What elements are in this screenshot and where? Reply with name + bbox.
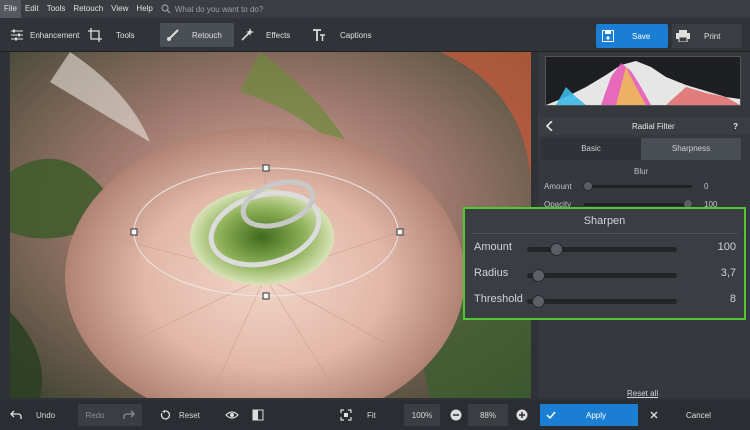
panel-tabs: Basic Sharpness — [541, 138, 741, 160]
plus-circle-icon — [516, 409, 528, 421]
undo-button[interactable]: Undo — [10, 404, 74, 426]
sharpen-panel-highlight: Sharpen Amount 100 Radius 3,7 Threshold … — [463, 207, 746, 320]
sharpen-radius-value: 3,7 — [720, 267, 736, 279]
tools-tab[interactable]: Tools — [88, 23, 152, 47]
menu-retouch[interactable]: Retouch — [69, 0, 107, 18]
preview-toggle-button[interactable] — [225, 404, 241, 426]
print-label: Print — [704, 31, 721, 41]
search-placeholder: What do you want to do? — [174, 4, 264, 14]
blur-opacity-track[interactable] — [584, 203, 692, 206]
compare-button[interactable] — [252, 404, 268, 426]
sliders-icon — [10, 28, 24, 42]
eye-icon — [225, 410, 239, 420]
sharpen-threshold-track[interactable] — [527, 299, 677, 304]
search-icon — [161, 4, 171, 14]
text-icon — [312, 28, 326, 42]
fit-label: Fit — [367, 410, 376, 420]
effects-tab[interactable]: Effects — [240, 23, 306, 47]
effects-label: Effects — [266, 30, 291, 40]
blur-amount-knob[interactable] — [583, 181, 593, 191]
fit-icon — [340, 409, 352, 421]
help-button[interactable]: ? — [733, 122, 738, 131]
zoom-in-button[interactable] — [516, 404, 530, 426]
enhancement-tab[interactable]: Enhancement — [10, 23, 80, 47]
menu-help[interactable]: Help — [132, 0, 156, 18]
cancel-label: Cancel — [686, 410, 711, 420]
apply-label: Apply — [586, 410, 607, 420]
redo-button[interactable]: Redo — [78, 404, 142, 426]
zoom-100-button[interactable]: 100% — [404, 404, 440, 426]
zoom-level-field[interactable]: 88% — [468, 404, 508, 426]
printer-icon — [676, 30, 690, 42]
blur-section-label: Blur — [634, 167, 649, 176]
sharpen-threshold-knob[interactable] — [532, 295, 545, 308]
minus-circle-icon — [450, 409, 462, 421]
back-arrow-icon[interactable] — [546, 121, 554, 131]
sharpen-threshold-label: Threshold — [474, 293, 523, 305]
search-box[interactable]: What do you want to do? — [161, 4, 264, 14]
zoom-out-button[interactable] — [450, 404, 464, 426]
tab-basic[interactable]: Basic — [541, 138, 641, 160]
captions-label: Captions — [340, 30, 372, 40]
menu-view[interactable]: View — [107, 0, 132, 18]
apply-button[interactable]: Apply — [540, 404, 638, 426]
menu-edit[interactable]: Edit — [21, 0, 43, 18]
sharpen-radius-track[interactable] — [527, 273, 677, 278]
fit-button[interactable]: Fit — [340, 404, 380, 426]
print-button[interactable]: Print — [672, 24, 742, 48]
filter-handle-left[interactable] — [130, 228, 138, 236]
save-label: Save — [632, 31, 651, 41]
zoom-level-value: 88% — [479, 410, 496, 420]
photo-canvas[interactable] — [10, 52, 531, 398]
redo-label: Redo — [85, 410, 105, 420]
menu-bar: File Edit Tools Retouch View Help What d… — [0, 0, 750, 18]
histogram — [545, 56, 741, 106]
tools-label: Tools — [116, 30, 135, 40]
brush-icon — [166, 28, 180, 42]
undo-icon — [10, 410, 22, 420]
filter-handle-right[interactable] — [396, 228, 404, 236]
reset-label: Reset — [179, 410, 200, 420]
captions-tab[interactable]: Captions — [312, 23, 380, 47]
sharpen-amount-value: 100 — [717, 241, 736, 253]
menu-tools[interactable]: Tools — [43, 0, 70, 18]
sharpen-radius-knob[interactable] — [532, 269, 545, 282]
tab-sharpness[interactable]: Sharpness — [641, 138, 741, 160]
retouch-label: Retouch — [192, 30, 222, 40]
reset-icon — [160, 410, 170, 420]
sharpen-radius-label: Radius — [474, 267, 509, 279]
blur-amount-value: 0 — [704, 182, 709, 191]
redo-icon — [122, 410, 135, 420]
reset-all-link[interactable]: Reset all — [627, 389, 658, 398]
cancel-button[interactable]: Cancel — [642, 404, 746, 426]
filter-handle-bottom[interactable] — [262, 292, 270, 300]
zoom-100-label: 100% — [411, 410, 433, 420]
sharpen-threshold-value: 8 — [729, 293, 736, 305]
compare-icon — [252, 409, 264, 421]
sharpen-amount-label: Amount — [474, 241, 512, 253]
blur-amount-label: Amount — [544, 182, 572, 191]
close-icon — [650, 411, 658, 419]
photo-image — [10, 52, 531, 398]
crop-icon — [88, 28, 102, 42]
panel-header: Radial Filter ? — [538, 117, 750, 135]
magic-wand-icon — [240, 28, 254, 42]
panel-title: Radial Filter — [632, 121, 675, 131]
retouch-tab[interactable]: Retouch — [160, 23, 234, 47]
menu-file[interactable]: File — [0, 0, 21, 18]
undo-label: Undo — [36, 410, 56, 420]
sharpen-section-label: Sharpen — [583, 215, 626, 227]
enhancement-label: Enhancement — [30, 30, 80, 40]
check-icon — [546, 411, 556, 419]
save-icon — [602, 30, 614, 42]
sharpen-amount-knob[interactable] — [550, 243, 563, 256]
blur-amount-track[interactable] — [584, 185, 692, 188]
save-button[interactable]: Save — [596, 24, 668, 48]
reset-button[interactable]: Reset — [160, 404, 210, 426]
filter-handle-top[interactable] — [262, 164, 270, 172]
